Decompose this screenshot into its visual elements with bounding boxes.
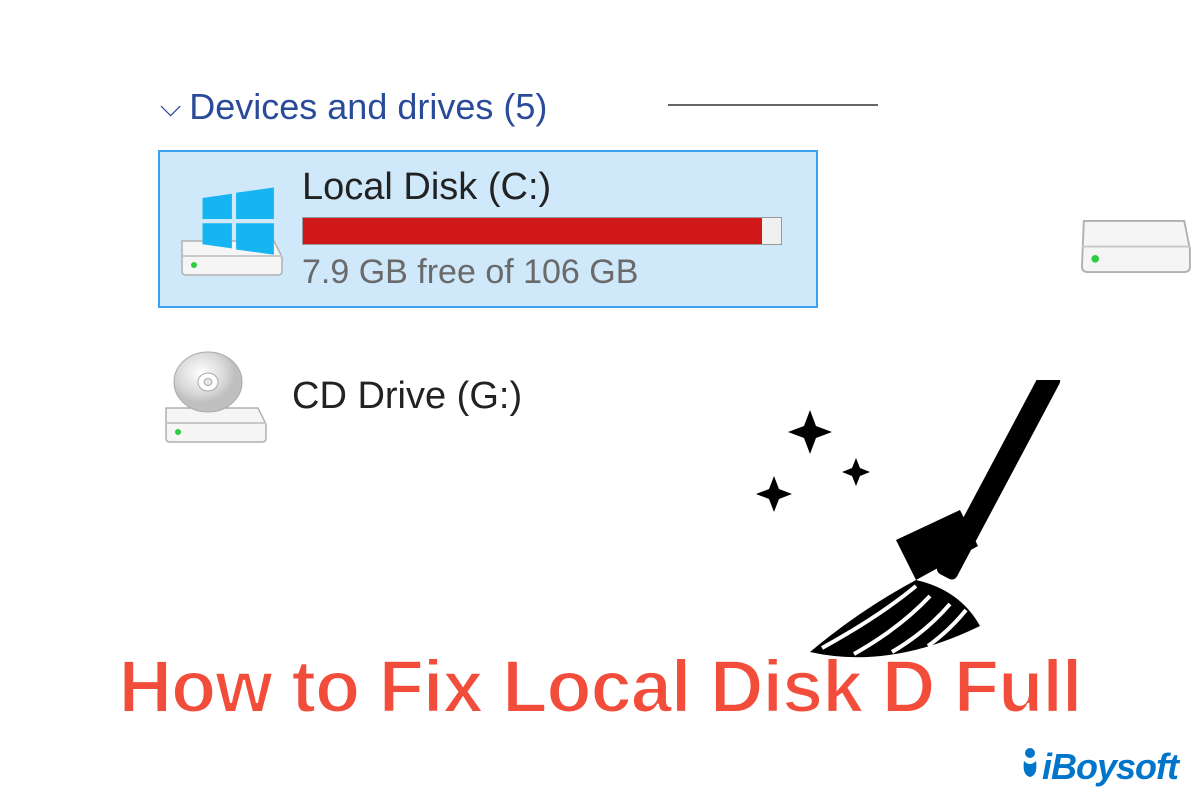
- drive-c-info: Local Disk (C:) 7.9 GB free of 106 GB: [302, 166, 802, 292]
- cd-drive-icon: [158, 346, 268, 446]
- brand-logo: iBoysoft: [1018, 746, 1178, 788]
- broom-icon: [750, 380, 1110, 680]
- brand-text: iBoysoft: [1042, 746, 1178, 788]
- drive-partial-right[interactable]: [1076, 202, 1194, 274]
- devices-drives-header[interactable]: ⌵ Devices and drives (5): [160, 86, 547, 128]
- drive-c-title: Local Disk (C:): [302, 166, 802, 209]
- section-divider: [668, 104, 878, 106]
- headline: How to Fix Local Disk D Full: [0, 644, 1200, 729]
- windows-drive-icon: [174, 179, 284, 279]
- drive-c-capacity-bar: [302, 217, 782, 245]
- brand-icon: [1018, 747, 1042, 779]
- drive-c-free-text: 7.9 GB free of 106 GB: [302, 253, 802, 292]
- drive-cd-label: CD Drive (G:): [292, 375, 522, 418]
- chevron-down-icon[interactable]: ⌵: [160, 91, 181, 124]
- section-header-label: Devices and drives (5): [189, 86, 547, 128]
- drive-cd[interactable]: CD Drive (G:): [158, 346, 522, 446]
- drive-local-disk-c[interactable]: Local Disk (C:) 7.9 GB free of 106 GB: [158, 150, 818, 308]
- drive-c-capacity-fill: [303, 218, 762, 244]
- canvas: ⌵ Devices and drives (5) Local Disk (C:): [0, 0, 1200, 800]
